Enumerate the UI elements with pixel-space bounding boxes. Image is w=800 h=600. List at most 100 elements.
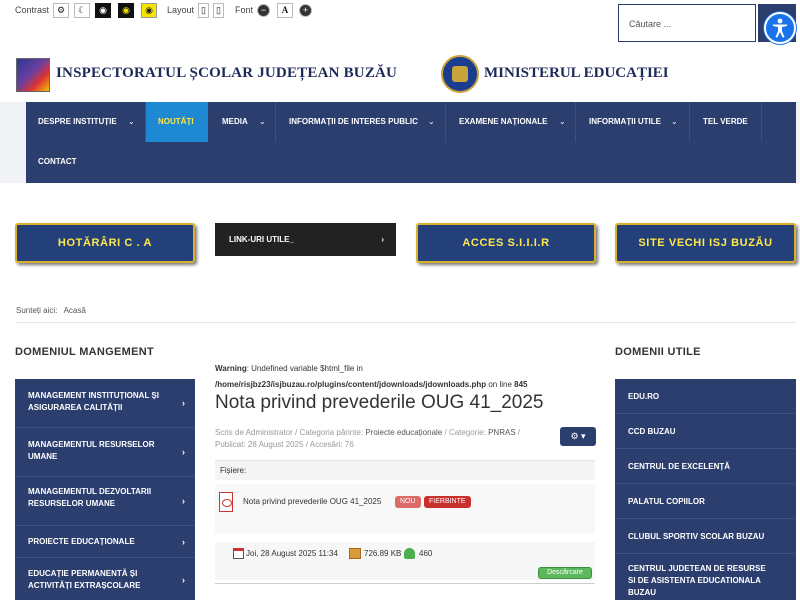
meta-author: Scris de Administrator <box>215 428 293 437</box>
contrast-high-icon[interactable]: ◉ <box>95 3 111 18</box>
nav-label: INFORMAȚII UTILE <box>589 117 661 126</box>
contrast-night-icon[interactable]: ☾ <box>74 3 90 18</box>
sidebar-item-label: EDUCAȚIE PERMANENTĂ ȘI ACTIVITĂȚI EXTRAȘ… <box>28 569 141 590</box>
chevron-down-icon: ⌄ <box>428 117 435 126</box>
file-size: 726.89 KB <box>364 549 402 558</box>
nav-label: INFORMAȚII DE INTERES PUBLIC <box>289 117 418 126</box>
right-sidebar-menu: EDU.RO CCD BUZAU CENTRUL DE EXCELENȚĂ PA… <box>615 379 796 600</box>
warning-path: /home/risjbz23/isjbuzau.ro/plugins/conte… <box>215 380 487 389</box>
file-date: Joi, 28 August 2025 11:34 <box>246 549 338 558</box>
chevron-right-icon: › <box>182 537 185 547</box>
right-sidebar-title: DOMENII UTILE <box>615 346 701 358</box>
sidebar-item-label: MANAGEMENT INSTITUȚIONAL ȘI ASIGURAREA C… <box>28 391 159 412</box>
hotarari-ca-button[interactable]: HOTĂRÂRI C . A <box>15 223 195 263</box>
sidebar-item-label: MANAGEMENTUL DEZVOLTARII RESURSELOR UMAN… <box>28 487 152 508</box>
contrast-black-on-yellow-icon[interactable]: ◉ <box>141 3 157 18</box>
nav-label: NOUTĂȚI <box>158 117 194 126</box>
nav-item-noutati[interactable]: NOUTĂȚI <box>146 102 208 142</box>
chevron-down-icon: ⌄ <box>259 117 266 126</box>
accessibility-icon <box>773 18 787 38</box>
layout-narrow-icon[interactable]: ▯ <box>213 3 224 18</box>
sidebar-link-palatul-copiilor[interactable]: PALATUL COPIILOR <box>615 484 795 519</box>
nav-label: EXAMENE NAȚIONALE <box>459 117 548 126</box>
left-sidebar-menu: MANAGEMENT INSTITUȚIONAL ȘI ASIGURAREA C… <box>15 379 195 600</box>
divider <box>215 583 595 584</box>
font-reset-button[interactable]: A <box>277 3 293 18</box>
left-sidebar-title: DOMENIUL MANGEMENT <box>15 346 155 358</box>
chevron-down-icon: ⌄ <box>128 117 135 126</box>
sidebar-link-centrul-excelenta[interactable]: CENTRUL DE EXCELENȚĂ <box>615 449 795 484</box>
chevron-down-icon: ⌄ <box>671 117 678 126</box>
sidebar-item-educatie-permanenta[interactable]: EDUCAȚIE PERMANENTĂ ȘI ACTIVITĂȚI EXTRAȘ… <box>15 558 195 600</box>
isj-title[interactable]: INSPECTORATUL ȘCOLAR JUDEȚEAN BUZĂU <box>56 65 397 82</box>
pdf-file-icon <box>219 492 233 512</box>
files-header: Fișiere: <box>215 460 595 480</box>
new-badge: NOU <box>395 496 421 508</box>
nav-divider <box>761 102 762 142</box>
php-warning: Warning: Undefined variable $html_file i… <box>215 361 595 393</box>
warning-label: Warning <box>215 364 247 373</box>
nav-item-informatii-interes-public[interactable]: INFORMAȚII DE INTERES PUBLIC <box>277 102 445 142</box>
font-increase-button[interactable]: + <box>299 4 312 17</box>
sidebar-link-ccd-buzau[interactable]: CCD BUZAU <box>615 414 795 449</box>
ministry-logo[interactable] <box>441 55 479 93</box>
chevron-right-icon: › <box>182 398 185 408</box>
gear-icon: ⚙ <box>570 431 579 441</box>
sidebar-link-clubul-sportiv[interactable]: CLUBUL SPORTIV SCOLAR BUZAU <box>615 519 795 554</box>
nav-label: DESPRE INSTITUȚIE <box>38 117 117 126</box>
nav-label: MEDIA <box>222 117 248 126</box>
meta-published: Publicat: 28 August 2025 <box>215 440 304 449</box>
meta-category-link[interactable]: PNRAS <box>488 428 516 437</box>
layout-wide-icon[interactable]: ▯ <box>198 3 209 18</box>
sidebar-item-management-institutional[interactable]: MANAGEMENT INSTITUȚIONAL ȘI ASIGURAREA C… <box>15 379 195 428</box>
sidebar-item-dezvoltare-resurse-umane[interactable]: MANAGEMENTUL DEZVOLTARII RESURSELOR UMAN… <box>15 477 195 526</box>
chevron-right-icon: › <box>182 496 185 506</box>
search-input[interactable]: Căutare ... <box>618 4 756 42</box>
warning-line-prefix: on line <box>486 380 515 389</box>
hot-badge: FIERBINTE <box>424 496 471 508</box>
contrast-yellow-on-black-icon[interactable]: ◉ <box>118 3 134 18</box>
warning-line-number: 845 <box>514 380 528 389</box>
sidebar-item-label: MANAGEMENTUL RESURSELOR UMANE <box>28 440 155 461</box>
site-vechi-button[interactable]: SITE VECHI ISJ BUZĂU <box>615 223 796 263</box>
sidebar-item-management-resurse-umane[interactable]: MANAGEMENTUL RESURSELOR UMANE › <box>15 428 195 477</box>
file-name-link[interactable]: Nota privind prevederile OUG 41_2025 <box>243 497 381 506</box>
meta-hits: Accesări: 76 <box>309 440 354 449</box>
accessibility-widget-button[interactable] <box>764 12 796 44</box>
nav-item-tel-verde[interactable]: TEL VERDE <box>691 102 761 142</box>
sidebar-item-label: PROIECTE EDUCAȚIONALE <box>28 537 135 546</box>
chevron-down-icon: ⌄ <box>559 117 566 126</box>
nav-item-contact[interactable]: CONTACT <box>26 142 116 182</box>
layout-label: Layout <box>167 5 195 15</box>
isj-logo[interactable] <box>16 58 50 92</box>
warning-text: : Undefined variable $html_file in <box>246 364 363 373</box>
font-label: Font <box>235 5 254 15</box>
font-decrease-button[interactable]: − <box>257 4 270 17</box>
link-uri-utile-button[interactable]: LINK-URI UTILE_ › <box>215 223 396 256</box>
download-count-icon <box>404 548 415 559</box>
ministry-crest-icon <box>452 66 468 82</box>
file-downloads: 460 <box>419 549 433 558</box>
sidebar-item-proiecte-educationale[interactable]: PROIECTE EDUCAȚIONALE › <box>15 526 195 558</box>
contrast-default-icon[interactable]: ⚙ <box>53 3 69 18</box>
divider <box>16 322 796 323</box>
file-row <box>215 484 595 534</box>
breadcrumb-home-link[interactable]: Acasă <box>64 306 86 315</box>
sidebar-link-edu-ro[interactable]: EDU.RO <box>615 379 795 414</box>
page-title: Nota privind prevederile OUG 41_2025 <box>215 392 544 413</box>
breadcrumb-prefix: Sunteți aici: <box>16 306 58 315</box>
ministry-title[interactable]: MINISTERUL EDUCAȚIEI <box>484 65 669 82</box>
nav-item-examene-nationale[interactable]: EXAMENE NAȚIONALE <box>447 102 575 142</box>
link-uri-utile-label: LINK-URI UTILE_ <box>229 235 294 244</box>
meta-parent-category-link[interactable]: Proiecte educaționale <box>365 428 442 437</box>
download-button[interactable]: Descărcare <box>538 567 592 579</box>
nav-divider <box>275 102 276 142</box>
search-placeholder: Căutare ... <box>629 19 672 29</box>
sidebar-link-cjrae-buzau[interactable]: CENTRUL JUDETEAN DE RESURSE SI DE ASISTE… <box>615 554 795 600</box>
nav-bar: DESPRE INSTITUȚIE ⌄ NOUTĂȚI MEDIA ⌄ INFO… <box>26 102 796 183</box>
nav-divider <box>445 102 446 142</box>
main-navigation: DESPRE INSTITUȚIE ⌄ NOUTĂȚI MEDIA ⌄ INFO… <box>0 102 800 183</box>
article-tools-button[interactable]: ⚙ ▾ <box>560 427 596 446</box>
contrast-label: Contrast <box>15 5 50 15</box>
acces-siiir-button[interactable]: ACCES S.I.I.I.R <box>416 223 596 263</box>
